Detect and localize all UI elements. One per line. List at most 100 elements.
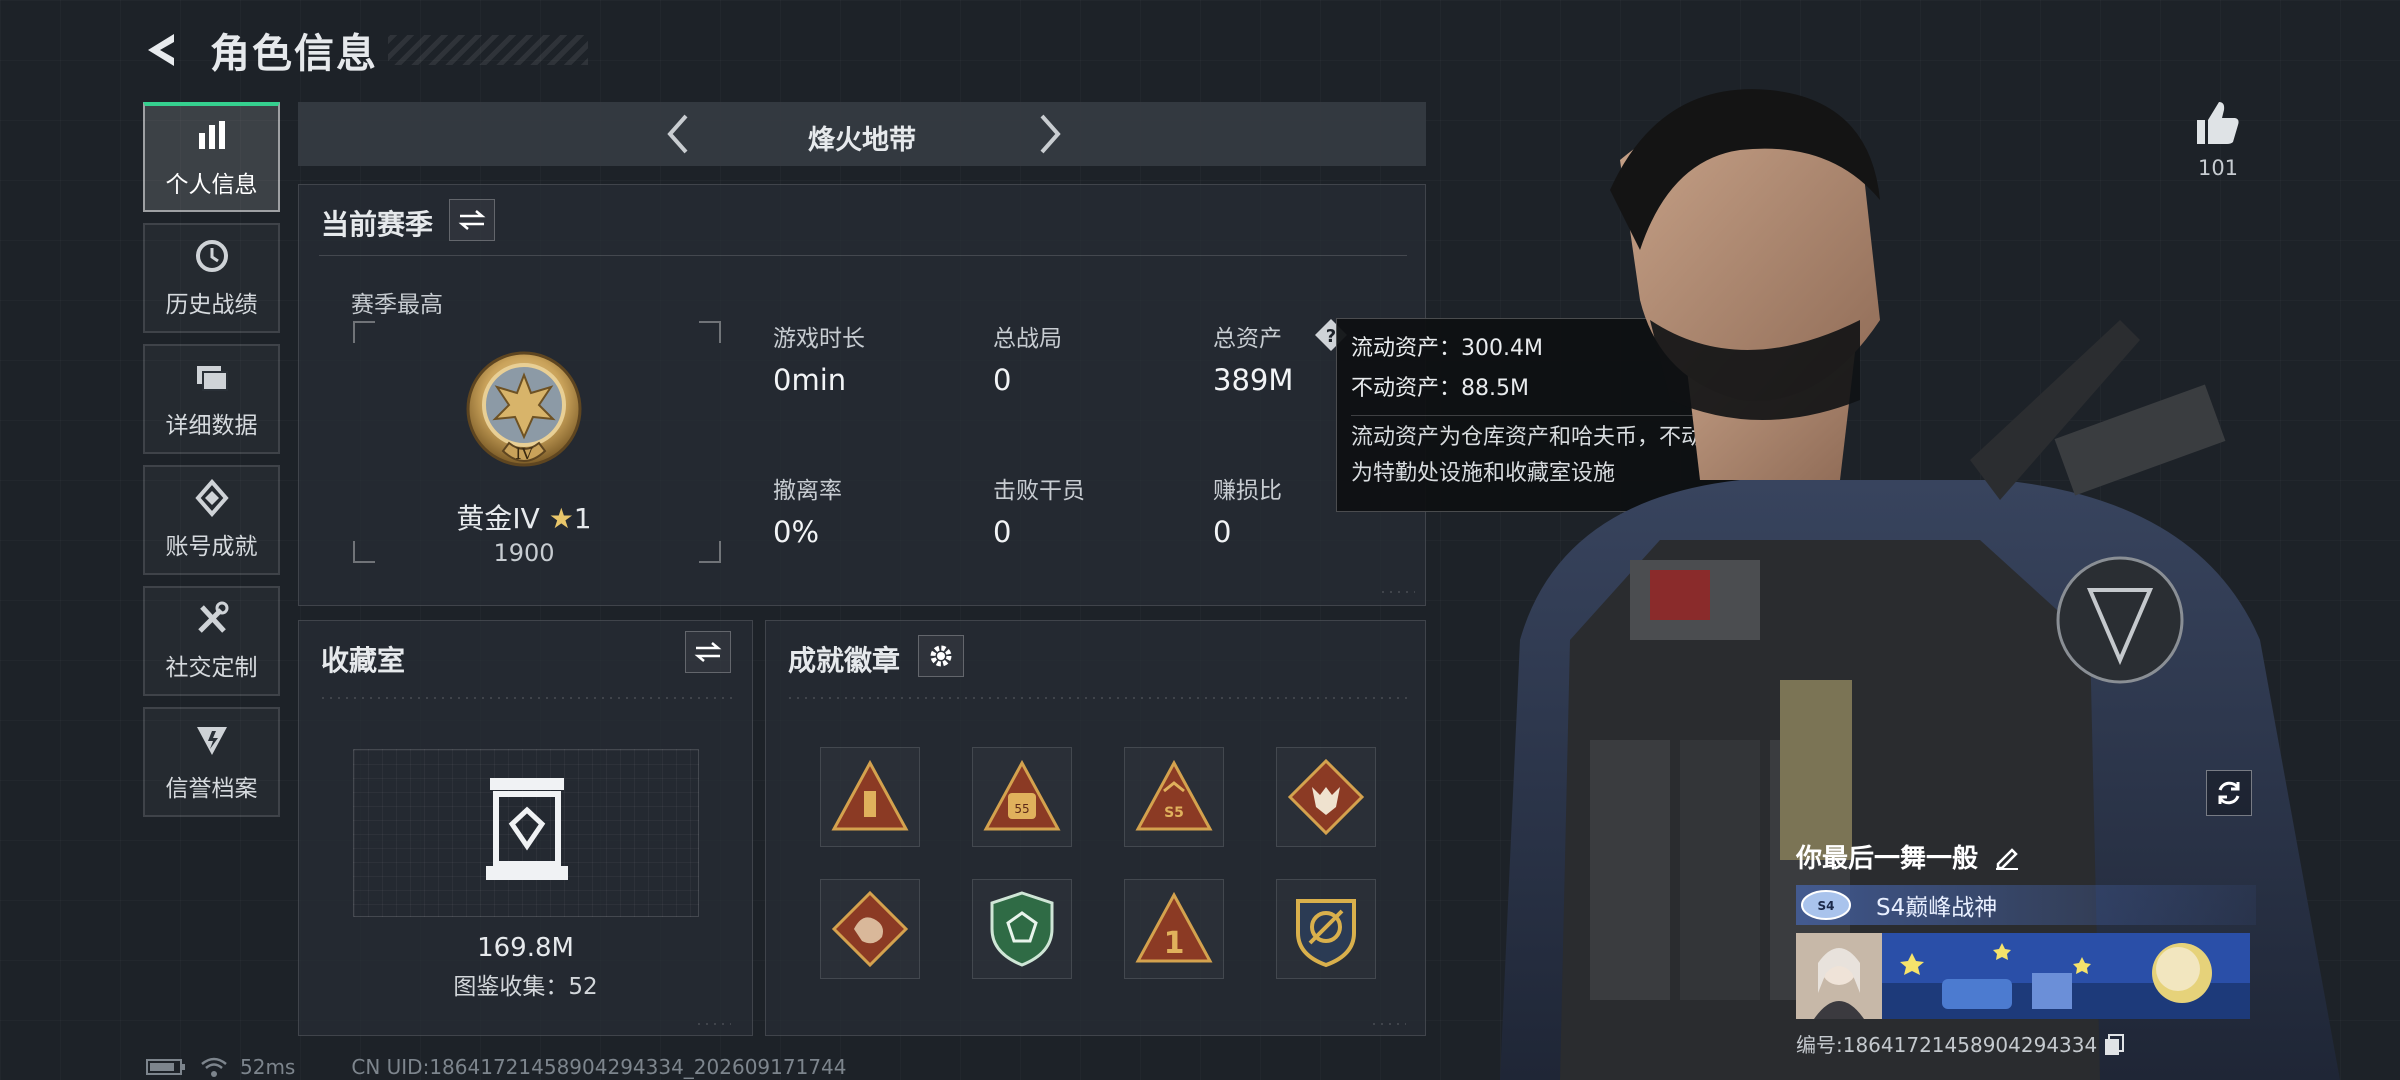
bar-chart-icon — [198, 121, 225, 149]
stat-label-profit-ratio: 赚损比 — [1213, 478, 1282, 504]
achievement-badge[interactable] — [820, 879, 920, 979]
achievement-badge[interactable]: 55 — [972, 747, 1072, 847]
achievement-badge[interactable]: S5 — [1124, 747, 1224, 847]
rank-name-row: 黄金IV ★1 — [399, 497, 649, 537]
copy-icon[interactable] — [2103, 1033, 2125, 1055]
divider — [319, 255, 1407, 256]
player-banner-row — [1796, 933, 2256, 1019]
rank-stars: 1 — [573, 502, 592, 535]
achievement-badge[interactable] — [1276, 879, 1376, 979]
stat-label-extract-rate: 撤离率 — [773, 478, 842, 504]
stat-value-operators-defeated: 0 — [993, 515, 1012, 549]
star-icon: ★ — [548, 502, 574, 535]
stat-label-total-assets: 总资产 — [1213, 326, 1282, 352]
back-arrow-icon[interactable] — [140, 28, 184, 72]
nav-label: 社交定制 — [165, 655, 258, 681]
swap-icon — [458, 210, 486, 230]
nav-item-detailed-data[interactable]: 详细数据 — [143, 344, 280, 454]
swap-icon — [694, 642, 722, 662]
edit-icon[interactable] — [1994, 844, 2020, 870]
title-decoration — [388, 35, 588, 65]
player-name-row: 你最后一舞一般 — [1796, 838, 2256, 875]
rank-score: 1900 — [493, 539, 555, 567]
achievement-icon — [194, 479, 229, 517]
page-title: 角色信息 — [210, 31, 378, 77]
crest-badge-icon — [1296, 899, 1356, 968]
gold-rank-emblem-icon: IV — [466, 351, 582, 467]
refresh-button[interactable] — [2206, 770, 2252, 816]
nav-item-personal-info[interactable]: 个人信息 — [143, 102, 280, 212]
nav-item-achievements[interactable]: 账号成就 — [143, 465, 280, 575]
status-bar: 52ms CN UID:18641721458904294334_2026091… — [146, 1055, 847, 1079]
nav-item-social-custom[interactable]: 社交定制 — [143, 586, 280, 696]
nav-label: 详细数据 — [165, 413, 258, 439]
reputation-icon — [196, 727, 227, 755]
nav-label: 信誉档案 — [165, 776, 258, 802]
gear-icon — [930, 645, 952, 667]
nav-label: 历史战绩 — [165, 292, 258, 318]
frame-corner — [353, 321, 375, 343]
player-title: S4巅峰战神 — [1876, 895, 1998, 921]
tools-icon — [197, 601, 228, 633]
profile-banner[interactable] — [1882, 933, 2250, 1019]
divider — [786, 697, 1407, 699]
clock-icon — [195, 240, 228, 272]
achievement-badge[interactable] — [820, 747, 920, 847]
achievement-badge[interactable] — [972, 879, 1072, 979]
achievement-badge[interactable]: 1 — [1124, 879, 1224, 979]
achievements-panel: 成就徽章 55 S5 1 — [765, 620, 1426, 1036]
display-case-icon — [486, 778, 568, 880]
backpack-badge-icon: 55 — [983, 759, 1061, 831]
nav-label: 个人信息 — [165, 172, 258, 198]
ping: 52ms — [240, 1055, 296, 1079]
player-uid: 编号:18641721458904294334 — [1796, 1033, 2098, 1057]
frame-corner — [699, 541, 721, 563]
season-switch-button[interactable] — [449, 199, 495, 241]
nav-item-match-history[interactable]: 历史战绩 — [143, 223, 280, 333]
thumbs-up-icon — [2197, 102, 2239, 144]
avatar[interactable] — [1796, 933, 1882, 1019]
achievement-badge[interactable] — [1276, 747, 1376, 847]
svg-text:S5: S5 — [1164, 805, 1184, 821]
svg-text:55: 55 — [1014, 802, 1029, 816]
mode-title: 烽火地带 — [808, 125, 916, 156]
panel-decoration — [695, 1023, 731, 1025]
like-count: 101 — [2197, 156, 2239, 180]
stat-value-extract-rate: 0% — [773, 515, 820, 549]
likes[interactable]: 101 — [2188, 98, 2248, 180]
frame-corner — [353, 541, 375, 563]
svg-text:IV: IV — [515, 444, 533, 463]
player-card: 你最后一舞一般 S4 S4巅峰战神 编号:1864172145890429433… — [1796, 838, 2256, 1058]
catalog-count: 图鉴收集：52 — [453, 974, 598, 1000]
rank-name: 黄金IV — [456, 502, 540, 535]
collection-value: 169.8M — [477, 933, 574, 963]
stat-value-play-time: 0min — [773, 363, 847, 397]
battery-icon — [146, 1059, 185, 1075]
page-header: 角色信息 — [140, 22, 588, 78]
wolf-badge-icon — [1287, 758, 1365, 836]
side-nav: 个人信息 历史战绩 详细数据 账号成就 社交定制 信誉档案 — [143, 102, 280, 828]
collection-switch-button[interactable] — [685, 631, 731, 673]
nav-item-reputation[interactable]: 信誉档案 — [143, 707, 280, 817]
stat-label-total-matches: 总战局 — [993, 326, 1062, 352]
next-mode-arrow-icon[interactable] — [1024, 110, 1072, 158]
svg-text:1: 1 — [1164, 926, 1185, 961]
season-title: 当前赛季 — [321, 208, 434, 241]
collection-title: 收藏室 — [321, 644, 406, 677]
panel-decoration — [1370, 1023, 1406, 1025]
mode-selector: 烽火地带 — [298, 102, 1426, 166]
collection-display[interactable] — [353, 749, 699, 917]
player-uid-row: 编号:18641721458904294334 — [1796, 1029, 2256, 1058]
panel-decoration — [1379, 591, 1415, 593]
refresh-icon — [2218, 781, 2240, 805]
s5-badge-icon: S5 — [1135, 759, 1213, 831]
frame-corner — [699, 321, 721, 343]
stat-value-total-assets: 389M — [1213, 363, 1294, 397]
folder-icon — [196, 366, 228, 391]
achievements-settings-button[interactable] — [918, 635, 964, 677]
number-one-badge-icon: 1 — [1135, 891, 1213, 963]
player-name: 你最后一舞一般 — [1796, 844, 1979, 874]
wifi-icon — [201, 1057, 227, 1077]
stat-value-profit-ratio: 0 — [1213, 515, 1232, 549]
nav-label: 账号成就 — [165, 534, 258, 560]
